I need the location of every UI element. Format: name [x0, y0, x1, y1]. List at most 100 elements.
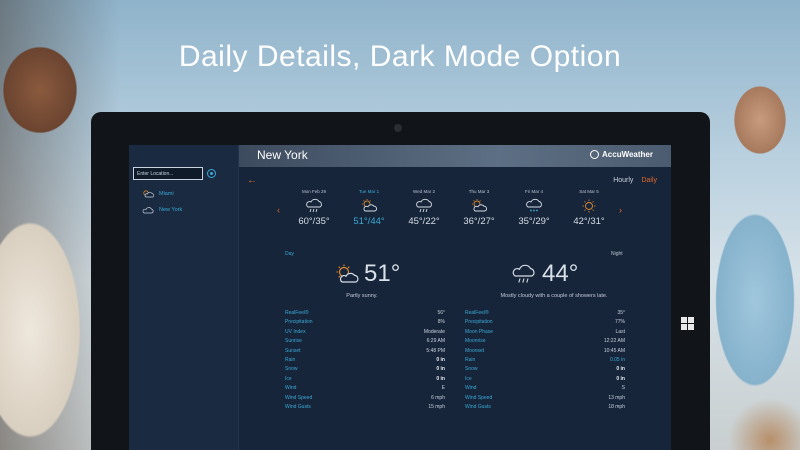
cloud-rain-icon [512, 264, 535, 283]
windows-logo-icon[interactable] [681, 317, 695, 331]
brand-name: AccuWeather [602, 150, 653, 159]
accuweather-sun-icon [590, 150, 600, 159]
detail-value: 18 mph [608, 403, 625, 410]
detail-row: Ice 0 in [285, 375, 445, 384]
detail-label: Moon Phase [465, 328, 494, 335]
detail-value: 6:29 AM [426, 338, 445, 345]
app-header: New York AccuWeather [239, 145, 671, 167]
tablet-device: Miami New York New York AccuWeather ← Ho… [91, 112, 710, 450]
location-name: New York [159, 206, 183, 213]
chevron-right-icon[interactable]: › [619, 205, 622, 215]
detail-row: Sunrise 6:29 AM [285, 337, 445, 346]
forecast-day[interactable]: Wed Mar 2 45°/22° [399, 189, 449, 227]
detail-label: Wind Speed [465, 394, 493, 401]
location-search-input[interactable] [133, 167, 203, 180]
detail-label: Precipitation [465, 319, 493, 326]
detail-label: Sunrise [285, 338, 302, 345]
detail-value: 6 mph [431, 394, 445, 401]
detail-value: 5:48 PM [426, 347, 445, 354]
tab-daily[interactable]: Daily [641, 177, 657, 184]
day-temps: 36°/27° [463, 216, 495, 227]
detail-value: 35° [617, 310, 625, 316]
detail-value: Last [615, 328, 625, 335]
detail-label: Ice [465, 375, 472, 382]
detail-label: RealFeel® [285, 310, 309, 316]
forecast-day[interactable]: Thu Mar 3 36°/27° [454, 189, 504, 227]
detail-value: E [441, 385, 445, 392]
detail-row: Wind Gusts 18 mph [465, 403, 625, 412]
detail-value: 15 mph [428, 403, 445, 410]
location-item-miami[interactable]: Miami [141, 189, 174, 198]
view-toggle: Hourly Daily [613, 177, 657, 184]
detail-value: S [621, 385, 625, 392]
detail-label: UV Index [285, 328, 306, 335]
city-title: New York [257, 148, 308, 162]
detail-label: Wind Gusts [465, 403, 491, 410]
detail-value: 0 in [616, 366, 625, 373]
forecast-strip: Mon Feb 29 60°/35° Tue Mar 1 51°/44° Wed… [289, 189, 619, 239]
day-phrase: Partly sunny. [346, 293, 378, 299]
detail-value: 77% [614, 319, 625, 326]
sidebar: Miami New York [129, 145, 239, 450]
day-date: Tue Mar 1 [358, 189, 380, 194]
detail-value: 0 in [436, 356, 445, 363]
detail-row: Wind Gusts 15 mph [285, 403, 445, 412]
detail-row: Moonrise 12:22 AM [465, 337, 625, 346]
location-item-new-york[interactable]: New York [141, 205, 182, 214]
detail-row: Precipitation 77% [465, 318, 625, 327]
day-temps: 42°/31° [573, 216, 605, 227]
detail-value: 13 mph [608, 394, 625, 401]
sun-icon [582, 199, 596, 213]
detail-row: Sunset 5:48 PM [285, 347, 445, 356]
current-location-button[interactable] [207, 169, 216, 178]
detail-label: Sunset [285, 347, 301, 354]
partly-sunny-icon [362, 199, 377, 212]
detail-value: 0 in [616, 375, 625, 382]
detail-row: RealFeel® 35° [465, 309, 625, 318]
detail-row: Rain 0.05 in [465, 356, 625, 365]
night-temperature: 44° [542, 260, 579, 287]
detail-label: Wind [465, 385, 477, 392]
tab-hourly[interactable]: Hourly [613, 177, 633, 184]
app-screen: Miami New York New York AccuWeather ← Ho… [129, 145, 671, 450]
forecast-day[interactable]: Tue Mar 1 51°/44° [344, 189, 394, 227]
day-date: Mon Feb 29 [301, 189, 326, 194]
detail-label: Wind [285, 385, 297, 392]
forecast-day[interactable]: Fri Mar 4 35°/29° [509, 189, 559, 227]
night-summary: 44° [512, 260, 578, 288]
detail-row: Rain 0 in [285, 356, 445, 365]
brand-logo: AccuWeather [590, 150, 653, 159]
detail-label: Snow [465, 366, 478, 373]
partly-sunny-icon [336, 264, 359, 283]
day-temperature: 51° [364, 260, 401, 287]
detail-value: 10:45 AM [603, 347, 625, 354]
day-date: Wed Mar 2 [413, 189, 435, 194]
camera-icon [394, 124, 402, 132]
location-name: Miami [159, 190, 174, 197]
detail-value: 56° [437, 310, 445, 316]
day-date: Sat Mar 5 [579, 189, 599, 194]
detail-row: Moon Phase Last [465, 328, 625, 337]
detail-value: 12:22 AM [603, 338, 625, 345]
detail-label: RealFeel® [465, 310, 489, 316]
detail-label: Wind Speed [285, 394, 313, 401]
detail-row: UV Index Moderate [285, 328, 445, 337]
detail-row: Wind E [285, 384, 445, 393]
detail-value: 0.05 in [609, 356, 625, 363]
day-temps: 35°/29° [518, 216, 550, 227]
detail-label: Rain [285, 356, 296, 363]
detail-row: Ice 0 in [465, 375, 625, 384]
detail-row: RealFeel® 56° [285, 309, 445, 318]
detail-label: Precipitation [285, 319, 313, 326]
forecast-day[interactable]: Mon Feb 29 60°/35° [289, 189, 339, 227]
back-arrow-icon[interactable]: ← [247, 175, 257, 186]
detail-row: Snow 0 in [465, 365, 625, 374]
partly-sunny-icon [472, 199, 487, 212]
chevron-left-icon[interactable]: ‹ [277, 205, 280, 215]
rain-icon [306, 198, 322, 213]
day-summary: 51° [334, 260, 400, 288]
forecast-day[interactable]: Sat Mar 5 42°/31° [564, 189, 614, 227]
person-photo-right [700, 60, 800, 450]
day-section-label: Day [285, 251, 294, 257]
night-phrase: Mostly cloudy with a couple of showers l… [500, 293, 608, 299]
